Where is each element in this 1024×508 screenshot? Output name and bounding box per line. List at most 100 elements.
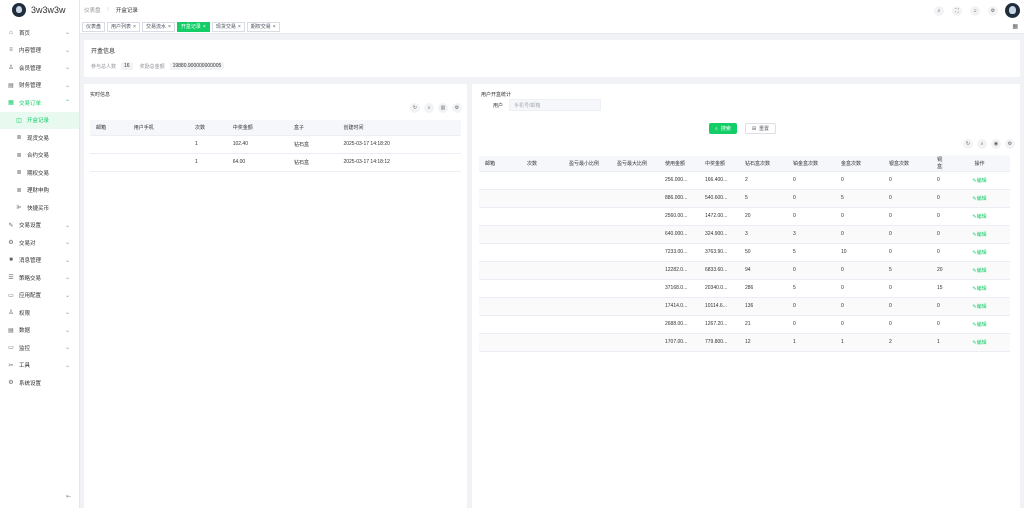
sidebar-item-8[interactable]: ≣ 期权交易 — [0, 164, 79, 182]
settings-icon[interactable]: ⚙ — [1005, 139, 1015, 149]
column-header[interactable]: 使用金额 — [659, 156, 699, 172]
column-header[interactable]: 银盒次数 — [883, 156, 931, 172]
table-row[interactable]: 886.000... 540.600... 5 0 5 0 0 ✎编辑 — [479, 189, 1010, 208]
table-row[interactable]: 1 102.40 钻石盒 2025-03-17 14:18:20 — [90, 135, 461, 154]
close-icon[interactable]: × — [273, 24, 276, 30]
eye-icon[interactable]: ◉ — [991, 139, 1001, 149]
bell-icon[interactable]: ♫ — [970, 5, 980, 16]
sidebar-item-18[interactable]: ▭ 监控 ⌄ — [0, 339, 79, 357]
column-header[interactable]: 创建时间 — [337, 120, 461, 136]
edit-button[interactable]: ✎编辑 — [972, 178, 986, 184]
tab-0[interactable]: 仪表盘 — [82, 21, 106, 32]
order-icon: ▦ — [8, 100, 14, 107]
table-cell: 0 — [883, 171, 931, 190]
table-cell: 2 — [739, 171, 787, 190]
app-logo[interactable]: 3w3w3w — [0, 0, 79, 20]
column-header[interactable]: 次数 — [188, 120, 227, 136]
reset-button[interactable]: ⊞ 重置 — [744, 123, 777, 134]
table-row[interactable]: 37168.0... 20340.0... 286 5 0 0 15 ✎编辑 — [479, 279, 1010, 298]
sidebar-item-7[interactable]: ≣ 合约交易 — [0, 147, 79, 165]
column-header[interactable]: 邮箱 — [479, 156, 521, 172]
table-row[interactable]: 17414.0... 10114.6... 136 0 0 0 0 ✎编辑 — [479, 297, 1010, 316]
column-header[interactable]: 邮箱 — [90, 120, 128, 136]
edit-button[interactable]: ✎编辑 — [972, 196, 986, 202]
sidebar-item-6[interactable]: ≣ 现货交易 — [0, 129, 79, 147]
sidebar-item-4[interactable]: ▦ 交易订单 ⌃ — [0, 94, 79, 112]
table-cell — [479, 243, 521, 262]
close-icon[interactable]: × — [203, 24, 206, 30]
close-icon[interactable]: × — [168, 24, 171, 30]
tab-2[interactable]: 交易流水 × — [141, 21, 175, 32]
column-header[interactable]: 次数 — [521, 156, 563, 172]
column-header[interactable]: 操作 — [943, 156, 1010, 172]
sidebar-item-1[interactable]: ≡ 内容管理 ⌄ — [0, 42, 79, 60]
search-icon[interactable]: ⌕ — [977, 139, 987, 149]
column-header[interactable]: 金盒次数 — [835, 156, 883, 172]
column-header[interactable]: 盒子 — [287, 120, 338, 136]
table-row[interactable]: 1 64.00 钻石盒 2025-03-17 14:18:12 — [90, 153, 461, 172]
breadcrumb-home[interactable]: 仪表盘 — [84, 6, 101, 14]
close-icon[interactable]: × — [133, 24, 136, 30]
close-icon[interactable]: × — [238, 24, 241, 30]
table-row[interactable]: 2688.00... 1267.20... 21 0 0 0 0 ✎编辑 — [479, 315, 1010, 334]
refresh-icon[interactable]: ↻ — [963, 139, 973, 149]
table-row[interactable]: 1707.00... 779.800... 12 1 1 2 1 ✎编辑 — [479, 333, 1010, 352]
tab-5[interactable]: 期权交易 × — [246, 21, 280, 32]
sidebar-item-14[interactable]: ☰ 策略交易 ⌄ — [0, 269, 79, 287]
user-search-input[interactable]: 手机号/邮箱 — [509, 99, 602, 111]
collapse-sidebar-icon[interactable]: ⇤ — [66, 493, 71, 500]
refresh-icon[interactable]: ↻ — [410, 103, 420, 113]
tab-3[interactable]: 开盒记录 × — [176, 21, 210, 32]
columns-icon[interactable]: ▥ — [438, 103, 448, 113]
sidebar-item-3[interactable]: ▤ 财务管理 ⌄ — [0, 77, 79, 95]
avatar[interactable] — [1005, 3, 1020, 18]
table-row[interactable]: 256.000... 166.400... 2 0 0 0 0 ✎编辑 — [479, 171, 1010, 190]
sidebar-item-16[interactable]: ♙ 权限 ⌄ — [0, 304, 79, 322]
sidebar-item-5[interactable]: ◫ 开盒记录 — [0, 111, 79, 129]
column-header[interactable]: 盈亏最小比例 — [563, 156, 611, 172]
table-cell: 15 — [931, 279, 943, 298]
search-actions: ⌕ 搜索 ⊞ 重置 — [709, 123, 777, 134]
edit-button[interactable]: ✎编辑 — [972, 286, 986, 292]
tab-1[interactable]: 用户列表 × — [107, 21, 140, 32]
table-row[interactable]: 12282.0... 6833.60... 94 0 0 5 20 ✎编辑 — [479, 261, 1010, 280]
sidebar-item-10[interactable]: ⊫ 快捷买币 — [0, 199, 79, 217]
tags-menu-icon[interactable]: ▦ — [1012, 23, 1018, 30]
edit-button[interactable]: ✎编辑 — [972, 232, 986, 238]
edit-button[interactable]: ✎编辑 — [972, 250, 986, 256]
user-stats-toolbar: ↻ ⌕ ◉ ⚙ — [959, 139, 1015, 149]
sidebar-item-19[interactable]: ✂ 工具 ⌄ — [0, 357, 79, 375]
sidebar-item-2[interactable]: ♙ 会员管理 ⌄ — [0, 59, 79, 77]
column-header[interactable]: 盈亏最大比例 — [611, 156, 659, 172]
sidebar-item-17[interactable]: ▤ 数据 ⌄ — [0, 322, 79, 340]
sidebar-item-20[interactable]: ⚙ 系统设置 — [0, 374, 79, 392]
sidebar-item-9[interactable]: ≣ 理财申购 — [0, 182, 79, 200]
column-header[interactable]: 中奖金额 — [226, 120, 288, 136]
edit-button[interactable]: ✎编辑 — [972, 304, 986, 310]
sidebar-item-15[interactable]: ▭ 应用配置 ⌄ — [0, 287, 79, 305]
sidebar-item-0[interactable]: ⌂ 首页 ⌄ — [0, 24, 79, 42]
search-icon[interactable]: ⌕ — [424, 103, 434, 113]
table-row[interactable]: 2560.00... 1472.00... 20 0 0 0 0 ✎编辑 — [479, 207, 1010, 226]
column-header[interactable]: 铂金盒次数 — [787, 156, 835, 172]
edit-button[interactable]: ✎编辑 — [972, 322, 986, 328]
edit-button[interactable]: ✎编辑 — [972, 268, 986, 274]
column-header[interactable]: 中奖金额 — [699, 156, 739, 172]
gear-icon[interactable]: ⚙ — [988, 5, 998, 16]
column-header[interactable]: 铜盒 — [931, 156, 943, 172]
table-cell: 5 — [787, 279, 835, 298]
edit-button[interactable]: ✎编辑 — [972, 340, 986, 346]
column-header[interactable]: 钻石盒次数 — [739, 156, 787, 172]
sidebar-item-11[interactable]: ✎ 交易设置 ⌄ — [0, 217, 79, 235]
tab-4[interactable]: 现货交易 × — [211, 21, 245, 32]
search-button[interactable]: ⌕ 搜索 — [709, 123, 737, 134]
fullscreen-icon[interactable]: ⛶ — [952, 5, 962, 16]
settings-icon[interactable]: ⚙ — [452, 103, 462, 113]
search-icon[interactable]: ⌕ — [934, 5, 944, 16]
table-row[interactable]: 7233.00... 3763.90... 50 5 10 0 0 ✎编辑 — [479, 243, 1010, 262]
column-header[interactable]: 用户手机 — [127, 120, 189, 136]
table-row[interactable]: 640.000... 324.900... 3 3 0 0 0 ✎编辑 — [479, 225, 1010, 244]
edit-button[interactable]: ✎编辑 — [972, 214, 986, 220]
sidebar-item-13[interactable]: ■ 消息管理 ⌄ — [0, 252, 79, 270]
sidebar-item-12[interactable]: ⚙ 交易对 ⌄ — [0, 234, 79, 252]
